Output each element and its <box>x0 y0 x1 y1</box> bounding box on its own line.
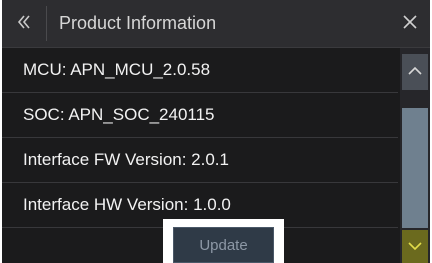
title-divider <box>46 6 47 41</box>
soc-version-row: SOC: APN_SOC_240115 <box>2 93 398 138</box>
scroll-up-button[interactable] <box>402 54 428 90</box>
back-button[interactable] <box>2 0 46 47</box>
update-button-highlight: Update <box>163 219 284 263</box>
scroll-thumb[interactable] <box>402 108 428 228</box>
close-button[interactable] <box>390 0 430 47</box>
scroll-down-button[interactable] <box>402 230 428 263</box>
product-info-list: MCU: APN_MCU_2.0.58 SOC: APN_SOC_240115 … <box>2 48 398 228</box>
title-bar: Product Information <box>2 0 430 48</box>
double-chevron-left-icon <box>15 13 33 35</box>
mcu-version-row: MCU: APN_MCU_2.0.58 <box>2 48 398 93</box>
update-button[interactable]: Update <box>173 227 274 263</box>
chevron-down-icon <box>408 238 422 256</box>
product-information-screen: Product Information MCU: APN_MCU_2.0.58 … <box>2 0 430 263</box>
close-icon <box>403 12 417 35</box>
interface-fw-version-row: Interface FW Version: 2.0.1 <box>2 138 398 183</box>
chevron-up-icon <box>408 63 422 81</box>
scrollbar[interactable] <box>400 48 430 263</box>
page-title: Product Information <box>59 13 217 33</box>
